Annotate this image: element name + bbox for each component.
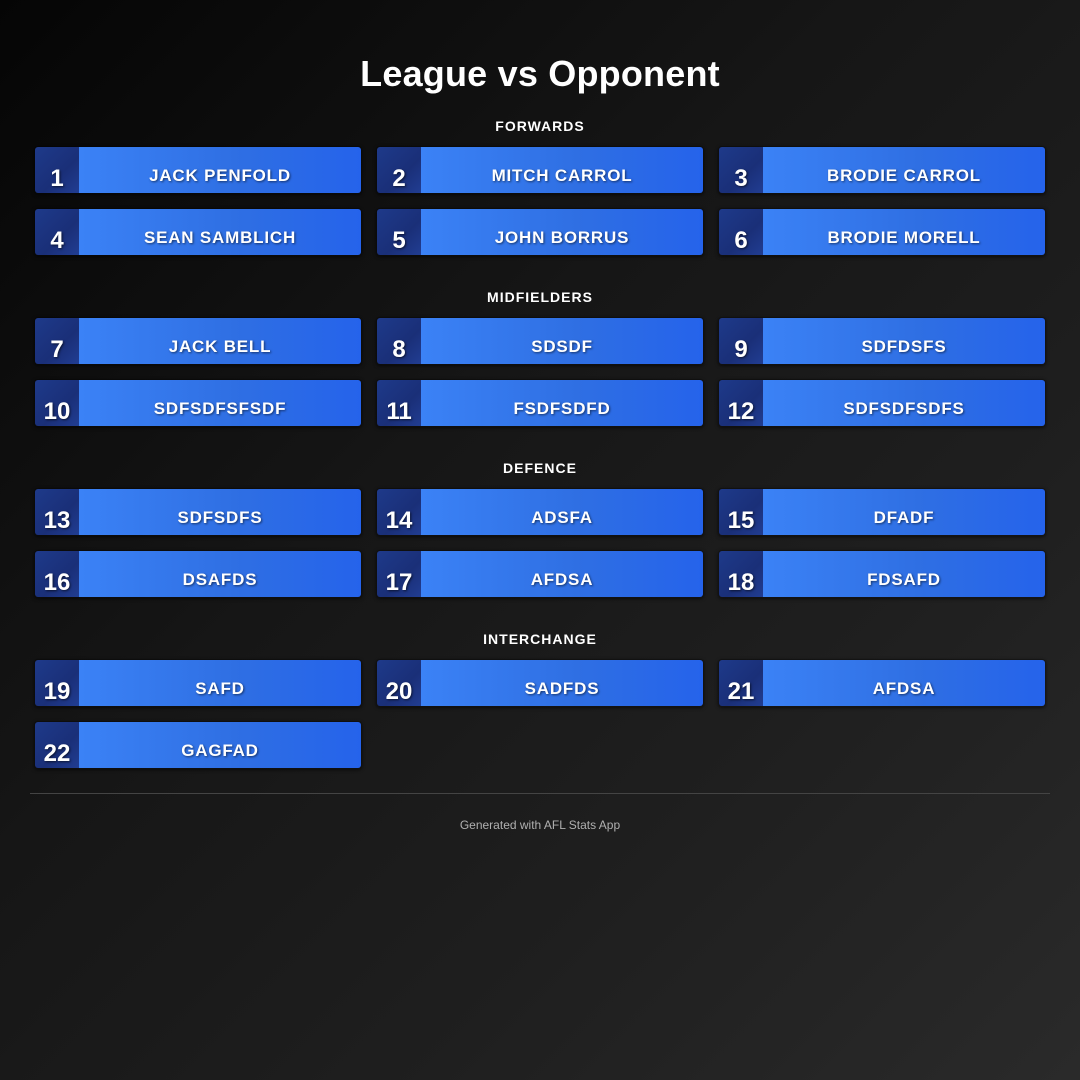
- player-name: DFADF: [763, 489, 1045, 535]
- section-midfielders: MIDFIELDERS 7 JACK BELL 8 SDSDF 9 SDFDSF…: [34, 289, 1046, 427]
- player-card[interactable]: 17 AFDSA: [376, 550, 704, 598]
- player-card[interactable]: 16 DSAFDS: [34, 550, 362, 598]
- section-label-defence: DEFENCE: [503, 460, 577, 476]
- player-name: FSDFSDFD: [421, 380, 703, 426]
- player-name: MITCH CARROL: [421, 147, 703, 193]
- player-card[interactable]: 12 SDFSDFSDFS: [718, 379, 1046, 427]
- section-defence: DEFENCE 13 SDFSDFS 14 ADSFA 15 DFADF 16 …: [34, 460, 1046, 598]
- player-name: SDFSDFS: [79, 489, 361, 535]
- player-number: 5: [377, 209, 421, 255]
- section-forwards: FORWARDS 1 JACK PENFOLD 2 MITCH CARROL 3…: [34, 118, 1046, 256]
- player-number: 21: [719, 660, 763, 706]
- player-name: AFDSA: [763, 660, 1045, 706]
- section-interchange: INTERCHANGE 19 SAFD 20 SADFDS 21 AFDSA 2…: [34, 631, 1046, 769]
- player-card[interactable]: 18 FDSAFD: [718, 550, 1046, 598]
- page-title: League vs Opponent: [360, 53, 720, 94]
- player-number: 8: [377, 318, 421, 364]
- player-card[interactable]: 2 MITCH CARROL: [376, 146, 704, 194]
- player-number: 16: [35, 551, 79, 597]
- player-number: 1: [35, 147, 79, 193]
- player-grid: 7 JACK BELL 8 SDSDF 9 SDFDSFS 10 SDFSDFS…: [34, 317, 1046, 427]
- player-card[interactable]: 6 BRODIE MORELL: [718, 208, 1046, 256]
- player-number: 10: [35, 380, 79, 426]
- player-card[interactable]: 13 SDFSDFS: [34, 488, 362, 536]
- player-number: 9: [719, 318, 763, 364]
- player-name: SDFSDFSFSDF: [79, 380, 361, 426]
- player-card[interactable]: 5 JOHN BORRUS: [376, 208, 704, 256]
- player-name: GAGFAD: [79, 722, 361, 768]
- section-label-forwards: FORWARDS: [495, 118, 585, 134]
- player-card[interactable]: 11 FSDFSDFD: [376, 379, 704, 427]
- player-number: 22: [35, 722, 79, 768]
- player-number: 2: [377, 147, 421, 193]
- player-name: SADFDS: [421, 660, 703, 706]
- player-name: FDSAFD: [763, 551, 1045, 597]
- player-name: BRODIE MORELL: [763, 209, 1045, 255]
- player-card[interactable]: 22 GAGFAD: [34, 721, 362, 769]
- player-card[interactable]: 3 BRODIE CARROL: [718, 146, 1046, 194]
- player-number: 7: [35, 318, 79, 364]
- player-name: JACK PENFOLD: [79, 147, 361, 193]
- player-number: 4: [35, 209, 79, 255]
- player-name: SDSDF: [421, 318, 703, 364]
- player-number: 18: [719, 551, 763, 597]
- player-number: 20: [377, 660, 421, 706]
- player-number: 6: [719, 209, 763, 255]
- player-card[interactable]: 15 DFADF: [718, 488, 1046, 536]
- player-card[interactable]: 20 SADFDS: [376, 659, 704, 707]
- player-name: BRODIE CARROL: [763, 147, 1045, 193]
- player-number: 14: [377, 489, 421, 535]
- player-card[interactable]: 9 SDFDSFS: [718, 317, 1046, 365]
- player-card[interactable]: 7 JACK BELL: [34, 317, 362, 365]
- player-number: 15: [719, 489, 763, 535]
- section-label-midfielders: MIDFIELDERS: [487, 289, 593, 305]
- player-number: 13: [35, 489, 79, 535]
- player-card[interactable]: 21 AFDSA: [718, 659, 1046, 707]
- player-number: 19: [35, 660, 79, 706]
- player-card[interactable]: 1 JACK PENFOLD: [34, 146, 362, 194]
- player-number: 3: [719, 147, 763, 193]
- player-name: ADSFA: [421, 489, 703, 535]
- player-grid: 13 SDFSDFS 14 ADSFA 15 DFADF 16 DSAFDS 1…: [34, 488, 1046, 598]
- player-card[interactable]: 19 SAFD: [34, 659, 362, 707]
- player-name: AFDSA: [421, 551, 703, 597]
- player-grid: 1 JACK PENFOLD 2 MITCH CARROL 3 BRODIE C…: [34, 146, 1046, 256]
- player-name: SAFD: [79, 660, 361, 706]
- footer-divider: [30, 793, 1050, 794]
- player-number: 12: [719, 380, 763, 426]
- player-card[interactable]: 8 SDSDF: [376, 317, 704, 365]
- player-card[interactable]: 4 SEAN SAMBLICH: [34, 208, 362, 256]
- section-label-interchange: INTERCHANGE: [483, 631, 597, 647]
- player-number: 17: [377, 551, 421, 597]
- player-grid: 19 SAFD 20 SADFDS 21 AFDSA 22 GAGFAD: [34, 659, 1046, 769]
- player-name: SEAN SAMBLICH: [79, 209, 361, 255]
- player-name: SDFDSFS: [763, 318, 1045, 364]
- player-name: DSAFDS: [79, 551, 361, 597]
- player-card[interactable]: 14 ADSFA: [376, 488, 704, 536]
- player-name: SDFSDFSDFS: [763, 380, 1045, 426]
- player-number: 11: [377, 380, 421, 426]
- footer-text: Generated with AFL Stats App: [459, 818, 621, 832]
- player-name: JACK BELL: [79, 318, 361, 364]
- player-name: JOHN BORRUS: [421, 209, 703, 255]
- player-card[interactable]: 10 SDFSDFSFSDF: [34, 379, 362, 427]
